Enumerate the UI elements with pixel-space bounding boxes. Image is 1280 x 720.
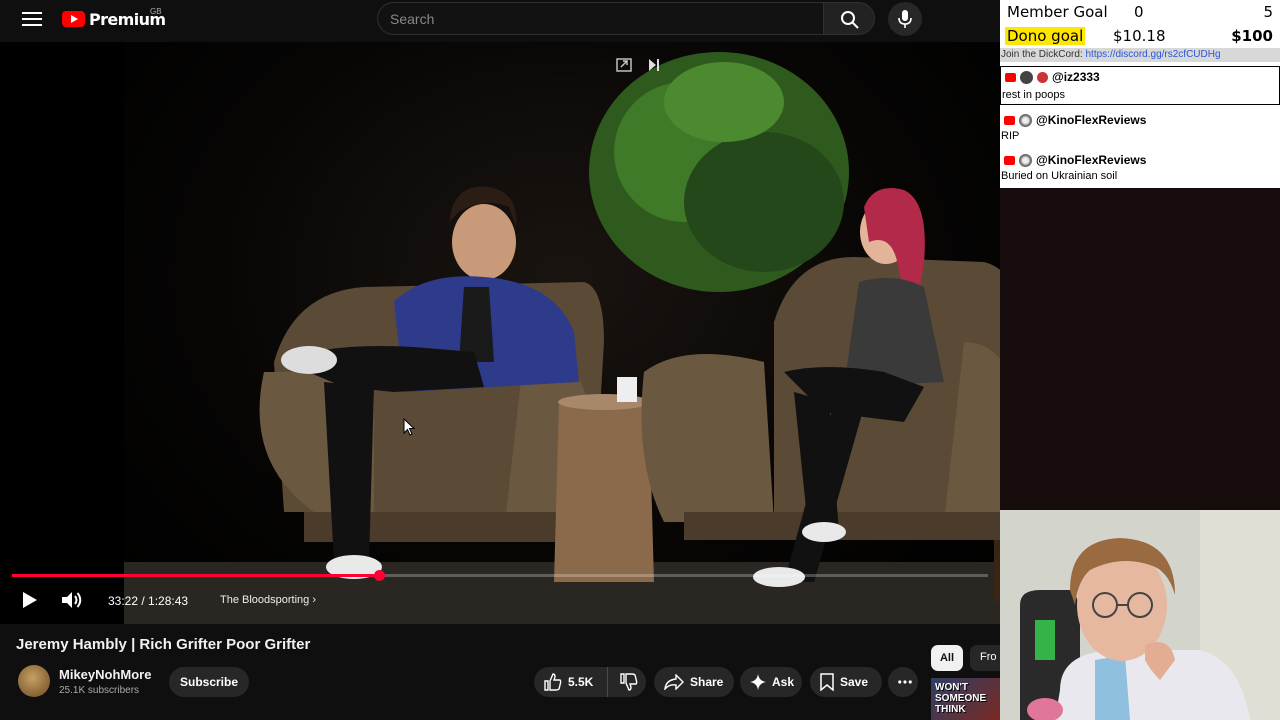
bookmark-icon xyxy=(820,673,834,691)
search-input[interactable] xyxy=(378,3,823,34)
share-button[interactable]: Share xyxy=(654,667,734,697)
video-player[interactable]: 33:22 / 1:28:43 The Bloodsporting › xyxy=(0,42,1000,624)
related-video-thumbnail[interactable]: WON'T SOMEONE THINK xyxy=(931,678,1000,720)
more-actions-button[interactable] xyxy=(888,667,918,697)
chat-username: @KinoFlexReviews xyxy=(1036,113,1147,127)
progress-played xyxy=(12,574,379,577)
volume-button[interactable] xyxy=(61,590,83,615)
progress-scrubber-handle[interactable] xyxy=(373,570,385,581)
chat-message: @KinoFlexReviews Buried on Ukrainian soi… xyxy=(1000,150,1280,186)
play-icon xyxy=(23,592,37,608)
dislike-button[interactable] xyxy=(608,673,644,691)
region-code: GB xyxy=(150,7,162,16)
discord-banner: Join the DickCord: https://discord.gg/rs… xyxy=(1000,48,1280,62)
more-horizontal-icon xyxy=(898,680,912,684)
chip-all[interactable]: All xyxy=(931,645,963,671)
youtube-logo-icon xyxy=(62,11,85,27)
chat-text: RIP xyxy=(1001,130,1020,142)
share-icon xyxy=(664,674,684,690)
youtube-badge-icon xyxy=(1005,72,1016,82)
subscribe-button[interactable]: Subscribe xyxy=(169,667,249,697)
user-avatar xyxy=(1020,70,1033,84)
save-label: Save xyxy=(840,675,869,689)
dono-goal-label: Dono goal xyxy=(1005,27,1086,45)
ask-label: Ask xyxy=(772,675,795,689)
like-dislike-group: 5.5K xyxy=(534,667,646,697)
user-badge-icon xyxy=(1037,71,1048,83)
chat-author: @KinoFlexReviews xyxy=(1004,153,1146,167)
chat-author: @iz2333 xyxy=(1005,70,1100,84)
microphone-icon xyxy=(898,10,912,28)
sparkle-icon xyxy=(750,674,766,690)
chat-author: @KinoFlexReviews xyxy=(1004,113,1146,127)
miniplayer-icon[interactable] xyxy=(616,58,632,72)
like-count: 5.5K xyxy=(568,675,594,689)
discord-link[interactable]: https://discord.gg/rs2cfCUDHg xyxy=(1085,49,1220,60)
youtube-badge-icon xyxy=(1004,115,1015,125)
member-goal-target: 5 xyxy=(1263,3,1273,21)
player-controls: 33:22 / 1:28:43 The Bloodsporting › xyxy=(0,587,1000,615)
search-button[interactable] xyxy=(823,2,875,35)
chat-message: @iz2333 rest in poops xyxy=(1000,66,1280,105)
share-label: Share xyxy=(690,675,724,689)
player-mini-controls xyxy=(616,58,660,72)
chat-text: Buried on Ukrainian soil xyxy=(1001,170,1118,182)
chapter-label: The Bloodsporting xyxy=(220,594,310,606)
user-avatar xyxy=(1019,113,1032,127)
video-scene-image xyxy=(124,52,1000,624)
channel-avatar[interactable] xyxy=(18,665,50,697)
youtube-badge-icon xyxy=(1004,155,1015,165)
member-goal-label: Member Goal xyxy=(1007,3,1108,21)
ask-button[interactable]: Ask xyxy=(740,667,802,697)
save-button[interactable]: Save xyxy=(810,667,882,697)
dono-goal-target: $100 xyxy=(1231,27,1273,45)
dono-goal-current: $10.18 xyxy=(1113,27,1166,45)
related-thumbnail-text: WON'T SOMEONE THINK xyxy=(935,682,987,715)
discord-prefix: Join the DickCord: xyxy=(1001,49,1086,60)
dono-goal-row: Dono goal $10.18 $100 xyxy=(1000,24,1280,48)
video-frame xyxy=(124,42,1000,624)
stream-goals-overlay: Member Goal 0 5 Dono goal $10.18 $100 xyxy=(1000,0,1280,48)
chat-message: @KinoFlexReviews RIP xyxy=(1000,110,1280,146)
member-goal-row: Member Goal 0 5 xyxy=(1000,0,1280,24)
like-button[interactable]: 5.5K xyxy=(534,667,609,697)
stream-chat-overlay: Join the DickCord: https://discord.gg/rs… xyxy=(1000,48,1280,188)
chapter-title[interactable]: The Bloodsporting › xyxy=(220,594,316,606)
masthead: Premium GB xyxy=(0,0,1000,40)
webcam-image xyxy=(1000,510,1280,720)
progress-bar[interactable] xyxy=(12,570,988,581)
subscriber-count: 25.1K subscribers xyxy=(59,685,140,696)
time-display: 33:22 / 1:28:43 xyxy=(108,594,189,608)
video-title: Jeremy Hambly | Rich Grifter Poor Grifte… xyxy=(16,636,311,653)
chat-username: @KinoFlexReviews xyxy=(1036,153,1147,167)
chat-text: rest in poops xyxy=(1002,89,1065,101)
background-panel xyxy=(1000,188,1280,510)
menu-icon[interactable] xyxy=(20,8,44,30)
channel-name[interactable]: MikeyNohMore xyxy=(59,667,151,682)
play-button[interactable] xyxy=(22,591,38,614)
skip-next-icon[interactable] xyxy=(648,58,660,72)
search-icon xyxy=(841,11,859,29)
thumbs-down-icon xyxy=(620,673,638,691)
voice-search-button[interactable] xyxy=(888,2,922,36)
user-avatar xyxy=(1019,153,1032,167)
member-goal-current: 0 xyxy=(1134,3,1144,21)
chat-username: @iz2333 xyxy=(1052,70,1100,84)
chevron-right-icon: › xyxy=(312,594,317,606)
search-box xyxy=(377,2,823,35)
volume-icon xyxy=(62,592,82,608)
webcam-feed xyxy=(1000,510,1280,720)
mouse-cursor-icon xyxy=(403,418,415,436)
thumbs-up-icon xyxy=(544,673,562,691)
